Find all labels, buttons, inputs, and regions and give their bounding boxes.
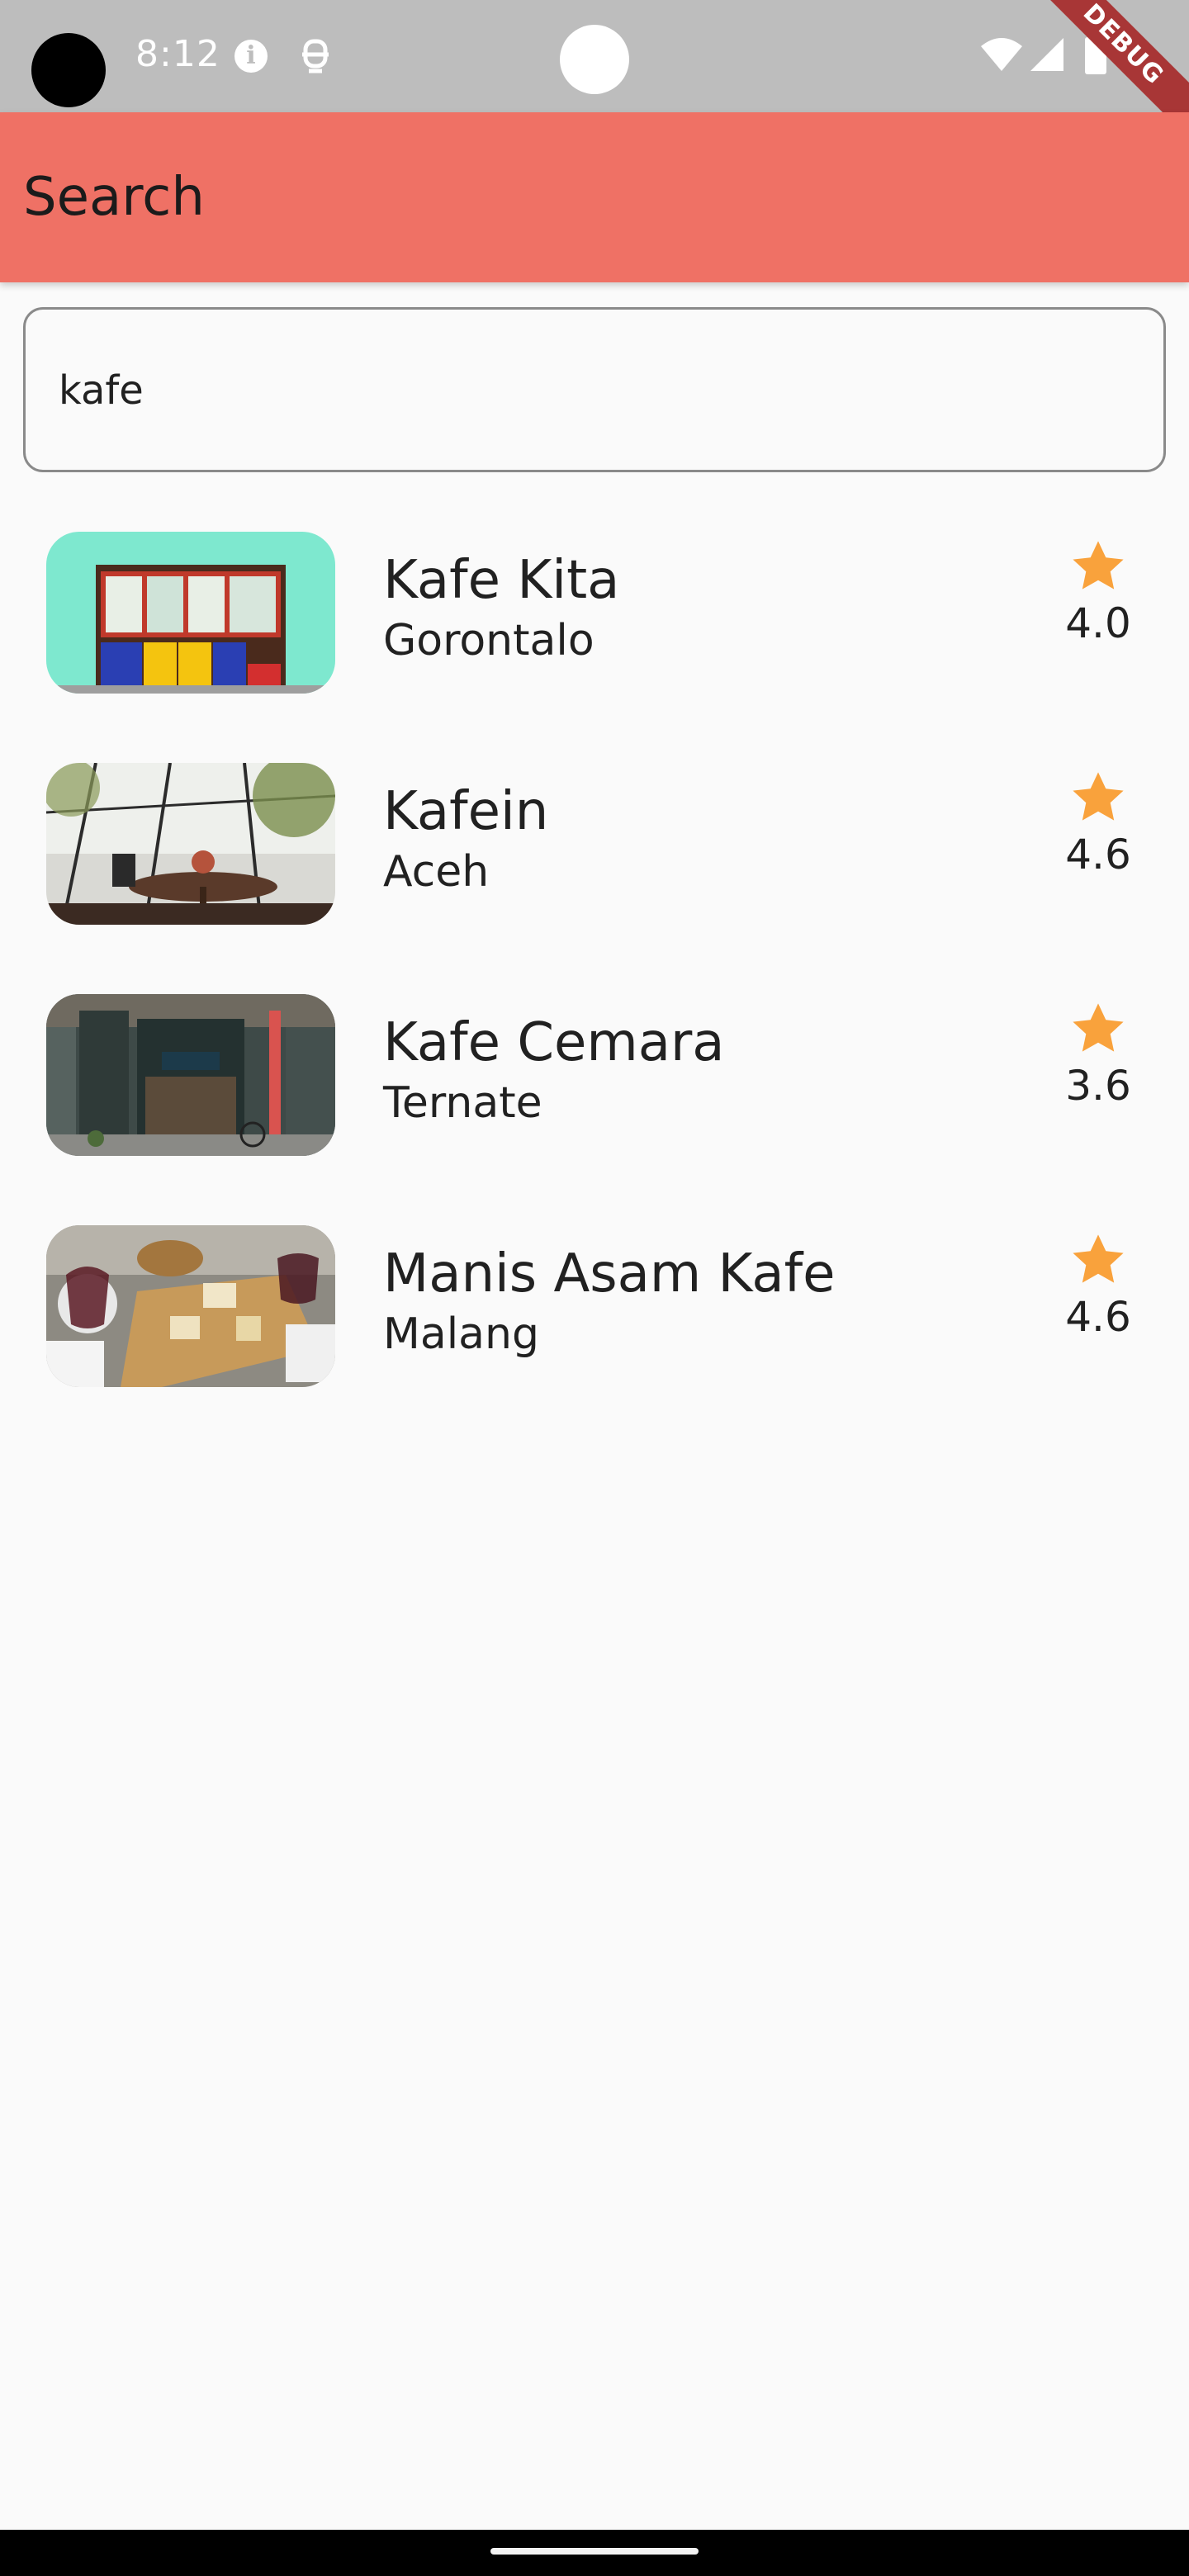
rating-value: 4.0 — [1065, 599, 1131, 647]
wifi-icon — [981, 38, 1022, 71]
list-item[interactable]: Kafe Cemara Ternate 3.6 — [0, 966, 1189, 1197]
cafe-city: Aceh — [383, 847, 490, 897]
page-title: Search — [23, 167, 205, 228]
center-indicator — [560, 25, 629, 94]
star-icon — [1073, 1234, 1124, 1283]
cafe-city: Gorontalo — [383, 616, 594, 665]
cafe-city: Ternate — [383, 1078, 542, 1128]
notification-icon — [302, 39, 329, 73]
rating: 3.6 — [1049, 999, 1148, 1110]
rating: 4.6 — [1049, 1230, 1148, 1341]
home-indicator[interactable] — [490, 2548, 699, 2555]
cafe-name: Kafe Kita — [383, 550, 620, 611]
star-icon — [1073, 541, 1124, 590]
cafe-street-photo — [46, 994, 335, 1156]
info-icon: i — [234, 40, 268, 73]
results-list: Kafe Kita Gorontalo 4.0 Kafein Aceh 4.6 … — [0, 504, 1189, 1428]
food-table-photo — [46, 1225, 335, 1387]
search-input[interactable] — [59, 351, 1049, 430]
rating: 4.6 — [1049, 768, 1148, 878]
status-time: 8:12 — [135, 33, 220, 75]
rating-value: 3.6 — [1065, 1062, 1131, 1110]
camera-cutout — [31, 33, 106, 107]
system-nav-bar — [0, 2530, 1189, 2576]
screen: 8:12 i DEBUG Search kafe Kafe Kita Goron… — [0, 0, 1189, 2576]
storefront-photo — [46, 532, 335, 694]
app-bar: Search — [0, 112, 1189, 282]
cafe-interior-photo — [46, 763, 335, 925]
signal-icon — [1030, 38, 1063, 71]
list-item[interactable]: Manis Asam Kafe Malang 4.6 — [0, 1197, 1189, 1428]
cafe-city: Malang — [383, 1309, 540, 1359]
list-item[interactable]: Kafein Aceh 4.6 — [0, 735, 1189, 966]
rating: 4.0 — [1049, 537, 1148, 647]
search-field[interactable] — [23, 307, 1166, 472]
cafe-name: Kafe Cemara — [383, 1012, 725, 1073]
rating-value: 4.6 — [1065, 1293, 1131, 1341]
cafe-name: Kafein — [383, 781, 549, 842]
list-item[interactable]: Kafe Kita Gorontalo 4.0 — [0, 504, 1189, 735]
status-bar: 8:12 i DEBUG — [0, 0, 1189, 147]
star-icon — [1073, 772, 1124, 821]
star-icon — [1073, 1003, 1124, 1052]
cafe-name: Manis Asam Kafe — [383, 1243, 836, 1305]
rating-value: 4.6 — [1065, 831, 1131, 878]
